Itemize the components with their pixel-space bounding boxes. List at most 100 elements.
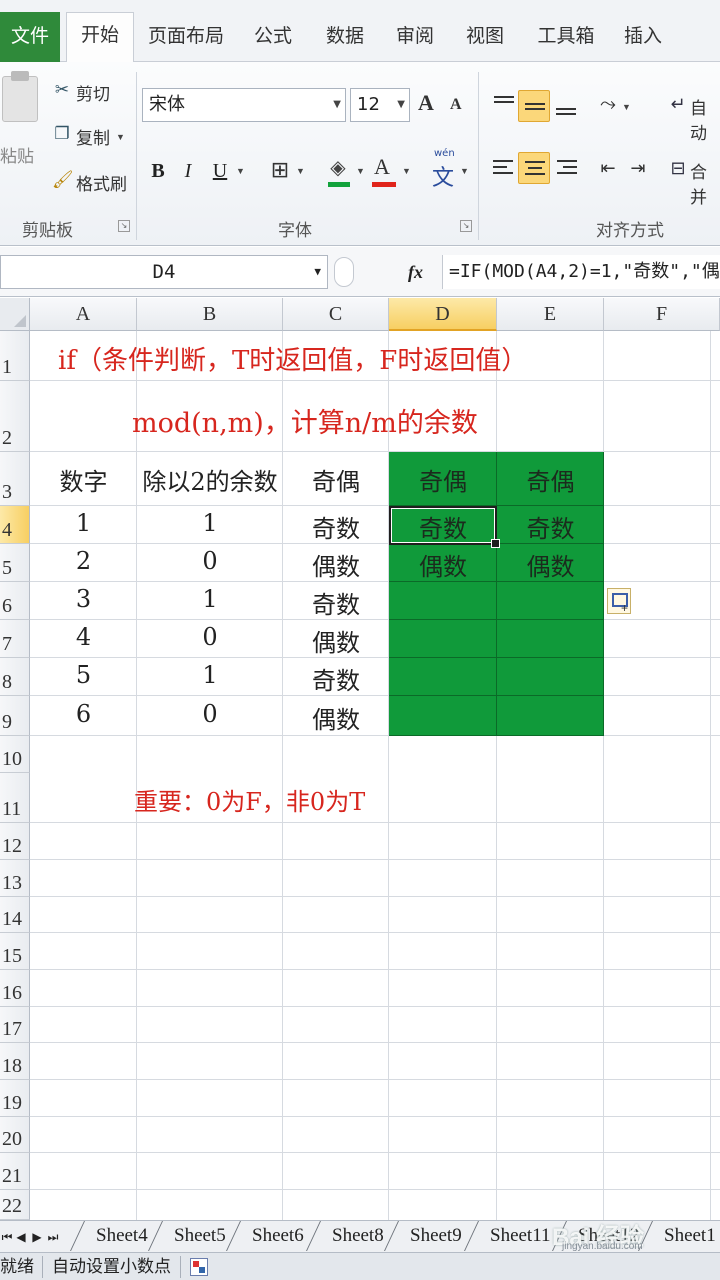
sheet-tab[interactable]: Sheet9 [398, 1221, 462, 1251]
row-header-16[interactable]: 16 [0, 970, 30, 1007]
table-cell[interactable]: 1 [137, 509, 283, 537]
formula-input[interactable]: =IF(MOD(A4,2)=1,"奇数","偶 [442, 255, 720, 289]
row-header-5[interactable]: 5 [0, 544, 30, 582]
table-cell[interactable]: 3 [30, 585, 137, 613]
row-header-22[interactable]: 22 [0, 1190, 30, 1220]
active-cell-selection[interactable] [389, 506, 500, 548]
merge-button[interactable]: 合并 [690, 158, 720, 208]
align-center-button[interactable] [518, 152, 550, 184]
highlight-cell[interactable] [389, 582, 497, 620]
header-cell-number[interactable]: 数字 [30, 462, 137, 497]
table-cell[interactable]: 奇数 [283, 661, 389, 696]
fill-color-dropdown-icon[interactable]: ▼ [356, 166, 365, 176]
note-important[interactable]: 重要：0为F，非0为T [134, 782, 365, 817]
copy-dropdown-icon[interactable]: ▼ [116, 132, 125, 142]
tab-file[interactable]: 文件 [0, 12, 60, 62]
paste-options-icon[interactable] [607, 588, 631, 615]
table-cell[interactable]: 0 [137, 623, 283, 651]
font-size-select[interactable]: 12 ▼ [350, 88, 410, 122]
bold-button[interactable]: B [144, 156, 172, 186]
table-cell[interactable]: 1 [30, 509, 137, 537]
wrap-text-button[interactable]: 自动 [690, 94, 720, 144]
highlight-cell[interactable] [497, 658, 604, 696]
underline-button[interactable]: U [206, 156, 234, 186]
highlight-cell[interactable] [389, 658, 497, 696]
table-cell[interactable]: 0 [137, 700, 283, 728]
note-mod-syntax[interactable]: mod(n,m)，计算n/m的余数 [132, 401, 478, 440]
highlight-cell[interactable] [389, 696, 497, 736]
orientation-dropdown-icon[interactable]: ▼ [622, 102, 631, 112]
increase-indent-icon[interactable]: ⇥ [628, 158, 648, 178]
row-header-4[interactable]: 4 [0, 506, 30, 544]
highlight-cell[interactable] [497, 696, 604, 736]
table-cell[interactable]: 奇数 [283, 509, 389, 544]
row-header-8[interactable]: 8 [0, 658, 30, 696]
row-header-17[interactable]: 17 [0, 1007, 30, 1043]
border-dropdown-icon[interactable]: ▼ [296, 166, 305, 176]
highlight-cell[interactable] [497, 620, 604, 658]
column-header-b[interactable]: B [137, 298, 283, 331]
row-header-18[interactable]: 18 [0, 1043, 30, 1080]
table-cell[interactable]: 奇数 [497, 509, 604, 544]
highlight-cell[interactable] [389, 620, 497, 658]
row-header-21[interactable]: 21 [0, 1153, 30, 1190]
sheet-tab[interactable]: Sheet4 [84, 1221, 148, 1251]
phonetic-button[interactable]: 文 [432, 160, 454, 192]
row-header-10[interactable]: 10 [0, 736, 30, 773]
row-header-6[interactable]: 6 [0, 582, 30, 620]
header-cell-parity[interactable]: 奇偶 [283, 462, 389, 497]
table-cell[interactable]: 偶数 [283, 623, 389, 658]
row-header-13[interactable]: 13 [0, 860, 30, 897]
orientation-icon[interactable]: ⤳ [598, 94, 618, 114]
border-icon[interactable]: ⊞ [270, 159, 290, 181]
font-launcher-icon[interactable]: ↘ [460, 220, 472, 232]
row-header-19[interactable]: 19 [0, 1080, 30, 1117]
sheet-tab[interactable]: Sheet11 [478, 1221, 551, 1251]
tab-home[interactable]: 开始 [66, 12, 134, 62]
table-cell[interactable]: 2 [30, 547, 137, 575]
fill-color-icon[interactable]: ◈ [328, 158, 348, 178]
copy-button[interactable]: 复制 [76, 124, 110, 149]
row-header-7[interactable]: 7 [0, 620, 30, 658]
table-cell[interactable]: 偶数 [389, 547, 497, 582]
macro-record-icon[interactable] [190, 1258, 208, 1276]
row-header-20[interactable]: 20 [0, 1117, 30, 1153]
tab-insert[interactable]: 插入 [618, 14, 668, 62]
tab-review[interactable]: 审阅 [390, 14, 440, 62]
formula-scroll-handle[interactable] [334, 257, 354, 287]
insert-function-button[interactable]: fx [408, 255, 438, 289]
highlight-cell[interactable] [497, 582, 604, 620]
table-cell[interactable]: 偶数 [283, 547, 389, 582]
header-cell-remainder[interactable]: 除以2的余数 [137, 462, 283, 497]
table-cell[interactable]: 偶数 [283, 700, 389, 735]
tab-formulas[interactable]: 公式 [248, 14, 298, 62]
column-header-d[interactable]: D [389, 298, 497, 331]
table-cell[interactable]: 0 [137, 547, 283, 575]
italic-button[interactable]: I [174, 156, 202, 186]
last-sheet-icon[interactable]: ⏭ [46, 1228, 60, 1246]
align-left-button[interactable] [488, 152, 520, 184]
paste-button[interactable]: 粘贴 [0, 142, 34, 167]
cut-button[interactable]: 剪切 [76, 80, 110, 105]
underline-dropdown-icon[interactable]: ▼ [236, 166, 245, 176]
table-cell[interactable]: 6 [30, 700, 137, 728]
tab-toolbox[interactable]: 工具箱 [534, 14, 598, 62]
prev-sheet-icon[interactable]: ◀ [14, 1228, 28, 1246]
sheet-tab[interactable]: Sheet6 [240, 1221, 304, 1251]
table-cell[interactable]: 1 [137, 585, 283, 613]
sheet-tab[interactable]: Sheet5 [162, 1221, 226, 1251]
row-header-15[interactable]: 15 [0, 933, 30, 970]
column-header-a[interactable]: A [30, 298, 137, 331]
font-color-dropdown-icon[interactable]: ▼ [402, 166, 411, 176]
row-header-9[interactable]: 9 [0, 696, 30, 736]
first-sheet-icon[interactable]: ⏮ [0, 1228, 14, 1246]
phonetic-dropdown-icon[interactable]: ▼ [460, 166, 469, 176]
format-painter-button[interactable]: 格式刷 [76, 170, 127, 195]
paste-icon[interactable] [2, 71, 38, 122]
table-cell[interactable]: 偶数 [497, 547, 604, 582]
align-right-button[interactable] [550, 152, 582, 184]
column-header-f[interactable]: F [604, 298, 720, 331]
font-name-select[interactable]: 宋体 ▼ [142, 88, 346, 122]
align-bottom-button[interactable] [550, 90, 582, 122]
row-header-14[interactable]: 14 [0, 897, 30, 933]
